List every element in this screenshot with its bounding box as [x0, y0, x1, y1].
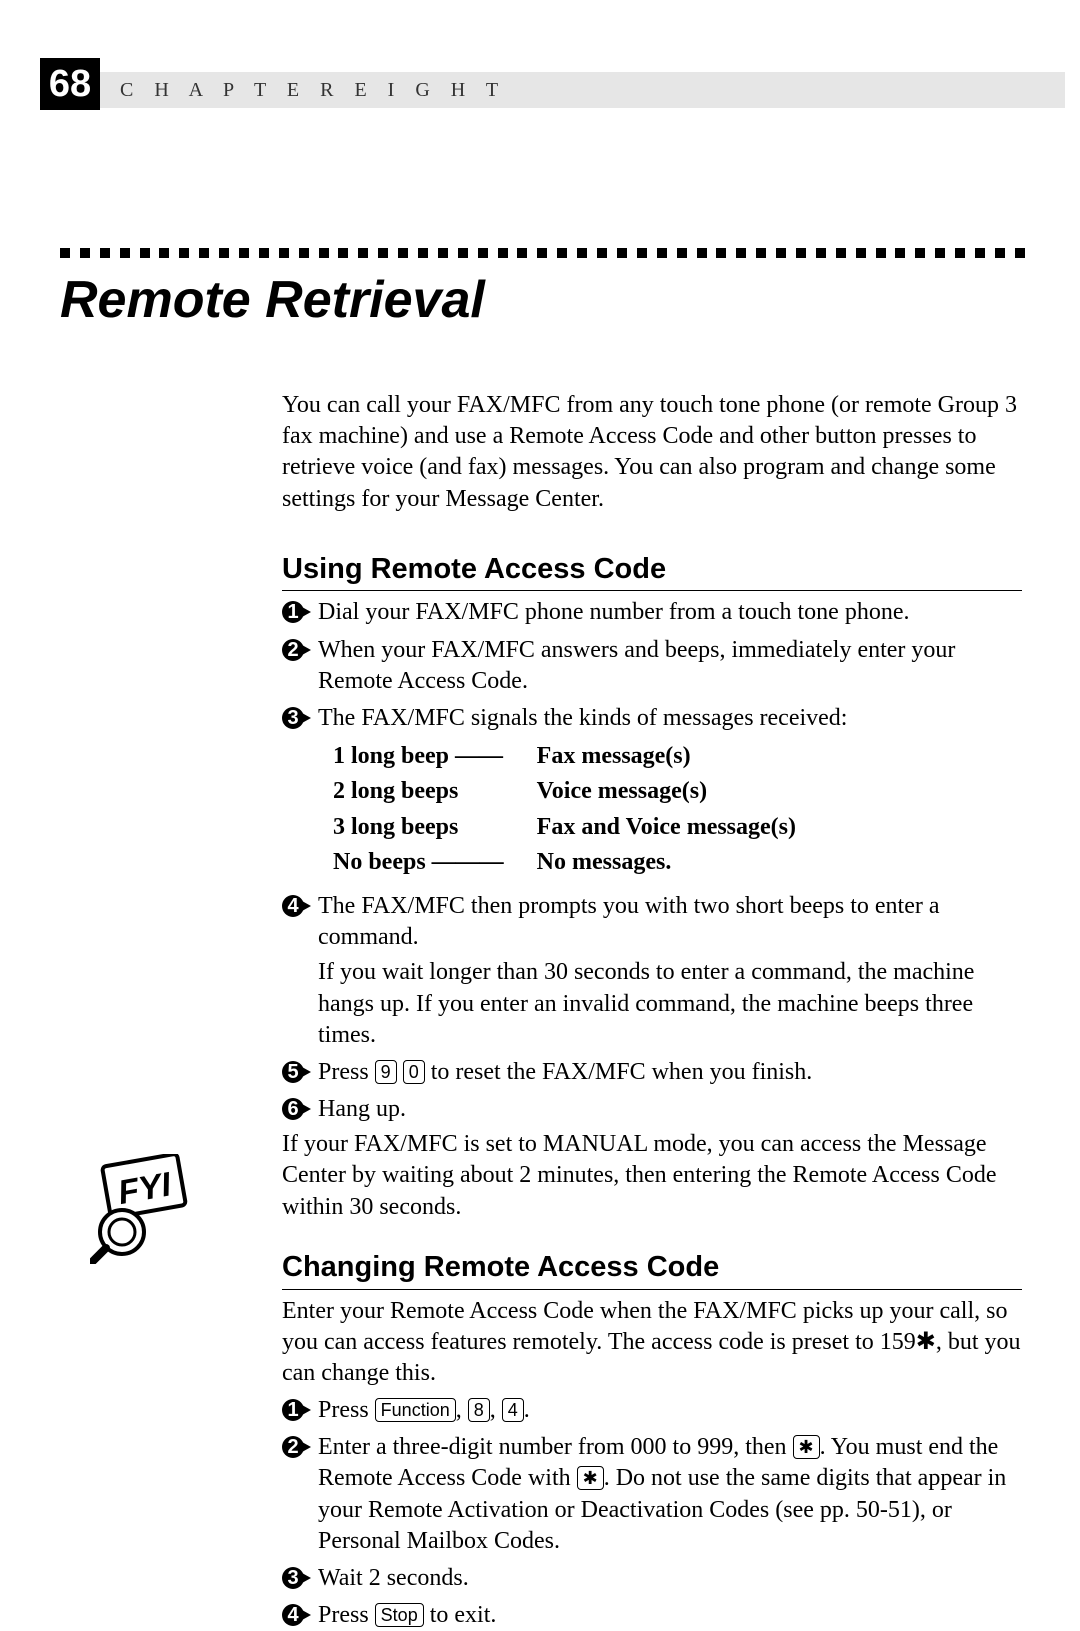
- signal-table: 1 long beep ——Fax message(s) 2 long beep…: [330, 738, 828, 881]
- section-heading-using: Using Remote Access Code: [282, 551, 1022, 592]
- step-text: Enter a three-digit number from 000 to 9…: [318, 1432, 1022, 1557]
- step-text: The FAX/MFC then prompts you with two sh…: [318, 891, 1022, 1051]
- step-badge: 4: [282, 895, 304, 917]
- section-heading-changing: Changing Remote Access Code: [282, 1249, 1022, 1290]
- step-badge: 2: [282, 1436, 304, 1458]
- section2-intro: Enter your Remote Access Code when the F…: [282, 1296, 1022, 1390]
- keycap-stop: Stop: [375, 1603, 424, 1627]
- step-text: Press Stop to exit.: [318, 1600, 1022, 1631]
- fyi-icon: FYI: [90, 1154, 200, 1264]
- step-text: When your FAX/MFC answers and beeps, imm…: [318, 635, 1022, 697]
- step-text: Press 9 0 to reset the FAX/MFC when you …: [318, 1057, 1022, 1088]
- keycap-8: 8: [468, 1398, 490, 1422]
- step-text: Wait 2 seconds.: [318, 1563, 1022, 1594]
- fyi-note: If your FAX/MFC is set to MANUAL mode, y…: [282, 1129, 1022, 1223]
- step-text: The FAX/MFC signals the kinds of message…: [318, 703, 1022, 885]
- page-title: Remote Retrieval: [60, 270, 485, 330]
- keycap-star: ✱: [793, 1435, 820, 1459]
- keycap-4: 4: [502, 1398, 524, 1422]
- chapter-label: C H A P T E R E I G H T: [120, 79, 506, 102]
- keycap-0: 0: [403, 1060, 425, 1084]
- keycap-star: ✱: [577, 1466, 604, 1490]
- step-text: Press Function, 8, 4.: [318, 1395, 1022, 1426]
- step-badge: 1: [282, 601, 304, 623]
- step-badge: 4: [282, 1604, 304, 1626]
- dotted-rule: [60, 248, 1025, 258]
- step-badge: 2: [282, 639, 304, 661]
- step-badge: 5: [282, 1061, 304, 1083]
- intro-paragraph: You can call your FAX/MFC from any touch…: [282, 390, 1022, 515]
- step-badge: 3: [282, 1567, 304, 1589]
- keycap-function: Function: [375, 1398, 456, 1422]
- step-text: Dial your FAX/MFC phone number from a to…: [318, 597, 1022, 628]
- step-badge: 6: [282, 1098, 304, 1120]
- step-badge: 3: [282, 707, 304, 729]
- step-text: Hang up.: [318, 1094, 1022, 1125]
- step-badge: 1: [282, 1399, 304, 1421]
- keycap-9: 9: [375, 1060, 397, 1084]
- page-number: 68: [40, 58, 100, 110]
